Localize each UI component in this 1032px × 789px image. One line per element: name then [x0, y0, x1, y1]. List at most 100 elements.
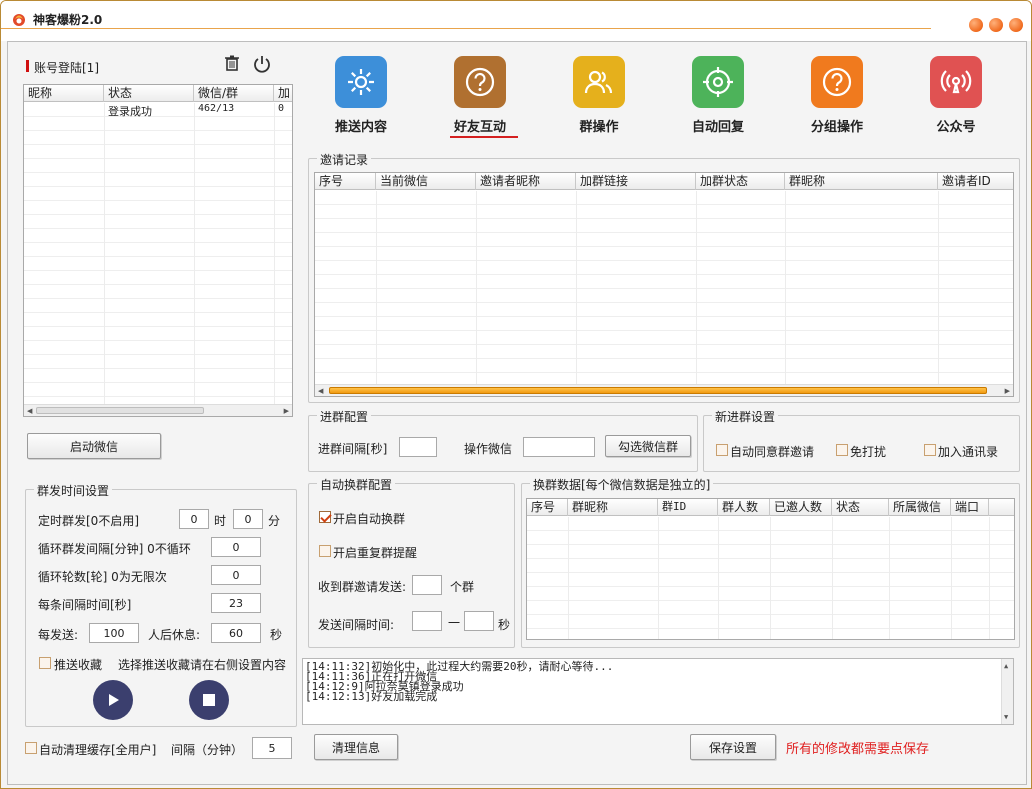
minute-unit: 分: [268, 514, 281, 528]
nav-tab-1[interactable]: 好友互动: [440, 56, 520, 135]
loop-interval-input[interactable]: 0: [211, 537, 261, 557]
select-groups-button[interactable]: 勾选微信群: [605, 435, 691, 457]
hour-input[interactable]: 0: [179, 509, 209, 529]
join-interval-input[interactable]: [399, 437, 437, 457]
log-line: [14:12:13]好友加载完成: [305, 690, 438, 703]
minimize-button[interactable]: [969, 18, 983, 32]
nav-tab-label: 好友互动: [453, 120, 506, 135]
add-contacts-checkbox[interactable]: [924, 444, 936, 456]
account-hscroll[interactable]: ◀ ▶: [24, 404, 292, 416]
stop-icon: [203, 694, 215, 706]
log-panel[interactable]: [14:11:32]初始化中，此过程大约需要20秒，请耐心等待... [14:1…: [302, 658, 1014, 725]
question-icon: [811, 56, 863, 108]
nav-tab-label: 自动回复: [691, 120, 744, 135]
rest-unit: 秒: [270, 628, 283, 642]
account-table[interactable]: 昵称 状态 微信/群 加 登录成功 462/13 0 ◀ ▶: [23, 84, 293, 417]
window-title: 神客爆粉2.0: [33, 13, 103, 27]
auto-accept-checkbox[interactable]: [716, 444, 728, 456]
do-not-disturb-checkbox[interactable]: [836, 444, 848, 456]
account-marker: [26, 60, 29, 72]
column-header: 已邀人数: [770, 499, 832, 516]
switch-data-header: 序号 群昵称 群ID 群人数 已邀人数 状态 所属微信 端口: [527, 499, 1014, 516]
cell-nickname: [24, 103, 104, 116]
invite-log-title: 邀请记录: [317, 151, 372, 168]
nav-tab-3[interactable]: 自动回复: [678, 56, 758, 135]
nav-tab-label: 公众号: [936, 120, 976, 135]
switch-data-title: 换群数据[每个微信数据是独立的]: [530, 476, 714, 493]
per-interval-input[interactable]: 23: [211, 593, 261, 613]
enable-auto-switch-checkbox[interactable]: [319, 511, 331, 523]
push-favorites-hint: 选择推送收藏请在右侧设置内容: [118, 658, 287, 672]
minute-input[interactable]: 0: [233, 509, 263, 529]
join-interval-label: 进群间隔[秒]: [318, 442, 388, 456]
operate-wechat-label: 操作微信: [464, 442, 513, 456]
broadcast-icon: [930, 56, 982, 108]
nav-tab-label: 推送内容: [334, 120, 387, 135]
group-icon: [573, 56, 625, 108]
auto-clear-checkbox[interactable]: [25, 742, 37, 754]
nav-tab-5[interactable]: 公众号: [916, 56, 996, 135]
send-interval-unit: 秒: [498, 618, 511, 632]
question-icon: [454, 56, 506, 108]
loop-rounds-label: 循环轮数[轮] 0为无限次: [38, 570, 167, 584]
invite-send-unit: 个群: [450, 580, 475, 594]
column-header: 端口: [951, 499, 989, 516]
auto-accept-label: 自动同意群邀请: [730, 445, 815, 459]
cell-added: 0: [278, 103, 285, 114]
column-header: 群昵称: [785, 173, 938, 190]
hour-unit: 时: [214, 514, 227, 528]
rest-input[interactable]: 60: [211, 623, 261, 643]
column-header: 加: [274, 85, 292, 102]
play-button[interactable]: [93, 680, 133, 720]
invite-send-input[interactable]: [412, 575, 442, 595]
invite-log-body: [315, 191, 1013, 384]
push-favorites-label: 推送收藏: [54, 658, 103, 672]
push-favorites-checkbox[interactable]: [39, 657, 51, 669]
operate-wechat-input[interactable]: [523, 437, 595, 457]
column-header: 加群状态: [696, 173, 785, 190]
new-group-title: 新进群设置: [712, 408, 779, 425]
column-header: 状态: [832, 499, 889, 516]
nav-tab-2[interactable]: 群操作: [559, 56, 639, 135]
stop-button[interactable]: [189, 680, 229, 720]
column-header: 微信/群: [194, 85, 274, 102]
column-header: 邀请者昵称: [476, 173, 576, 190]
save-settings-button[interactable]: 保存设置: [690, 734, 776, 760]
table-row[interactable]: 登录成功 462/13 0: [24, 103, 292, 118]
nav-tab-4[interactable]: 分组操作: [797, 56, 877, 135]
title-bar: 神客爆粉2.0: [1, 1, 1031, 41]
column-header: 当前微信: [376, 173, 476, 190]
save-hint: 所有的修改都需要点保存: [786, 742, 930, 757]
trash-icon[interactable]: [223, 54, 241, 72]
switch-data-table[interactable]: 序号 群昵称 群ID 群人数 已邀人数 状态 所属微信 端口: [526, 498, 1015, 640]
account-table-header: 昵称 状态 微信/群 加: [24, 85, 292, 102]
column-header: 群昵称: [568, 499, 658, 516]
repeat-reminder-checkbox[interactable]: [319, 545, 331, 557]
per-send-input[interactable]: 100: [89, 623, 139, 643]
send-interval-from-input[interactable]: [412, 611, 442, 631]
maximize-button[interactable]: [989, 18, 1003, 32]
invite-log-table[interactable]: 序号 当前微信 邀请者昵称 加群链接 加群状态 群昵称 邀请者ID ◀ ▶: [314, 172, 1014, 397]
send-interval-to-input[interactable]: [464, 611, 494, 631]
do-not-disturb-label: 免打扰: [850, 445, 887, 459]
close-button[interactable]: [1009, 18, 1023, 32]
account-label: 账号登陆[1]: [34, 61, 99, 75]
loop-interval-label: 循环群发间隔[分钟] 0不循环: [38, 542, 191, 556]
invite-log-hscroll[interactable]: ◀ ▶: [315, 384, 1013, 396]
loop-rounds-input[interactable]: 0: [211, 565, 261, 585]
clear-interval-input[interactable]: 5: [252, 737, 292, 759]
cell-status: 登录成功: [108, 105, 152, 118]
send-interval-label: 发送间隔时间:: [318, 618, 395, 632]
clear-info-button[interactable]: 清理信息: [314, 734, 398, 760]
schedule-title: 群发时间设置: [34, 482, 113, 499]
repeat-reminder-label: 开启重复群提醒: [333, 546, 418, 560]
start-wechat-button[interactable]: 启动微信: [27, 433, 161, 459]
gear-icon: [335, 56, 387, 108]
nav-tab-0[interactable]: 推送内容: [321, 56, 401, 135]
app-window: 神客爆粉2.0 账号登陆[1] 昵称 状态 微信/群 加 登录成功 462/13…: [0, 0, 1032, 789]
power-icon[interactable]: [252, 54, 272, 74]
nav-tab-label: 群操作: [579, 120, 619, 135]
add-contacts-label: 加入通讯录: [938, 445, 999, 459]
log-vscroll[interactable]: ▲ ▼: [1001, 659, 1013, 724]
column-header: 群ID: [658, 499, 718, 516]
